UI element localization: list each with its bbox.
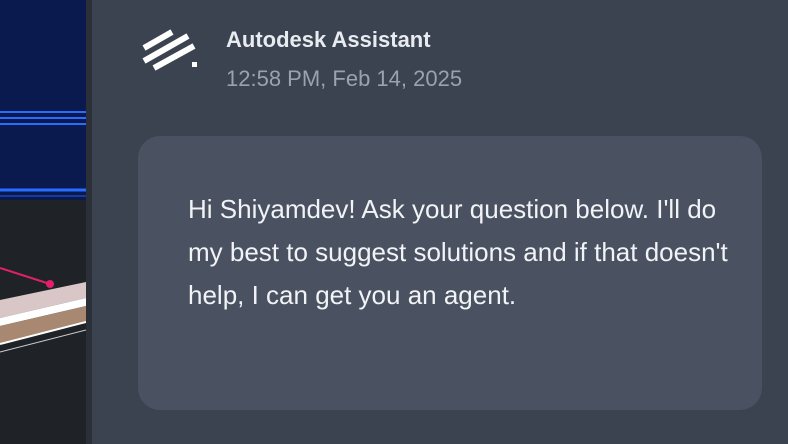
assistant-name: Autodesk Assistant [226, 27, 431, 52]
cad-viewport[interactable] [0, 0, 86, 444]
assistant-message-bubble: Hi Shiyamdev! Ask your question below. I… [138, 136, 762, 410]
assistant-chat-panel: Autodesk Assistant 12:58 PM, Feb 14, 202… [92, 0, 788, 444]
cad-drawing [0, 111, 86, 353]
autodesk-stripes-logo-icon [142, 29, 197, 71]
assistant-message-text: Hi Shiyamdev! Ask your question below. I… [188, 194, 728, 310]
message-timestamp: 12:58 PM, Feb 14, 2025 [226, 66, 463, 91]
